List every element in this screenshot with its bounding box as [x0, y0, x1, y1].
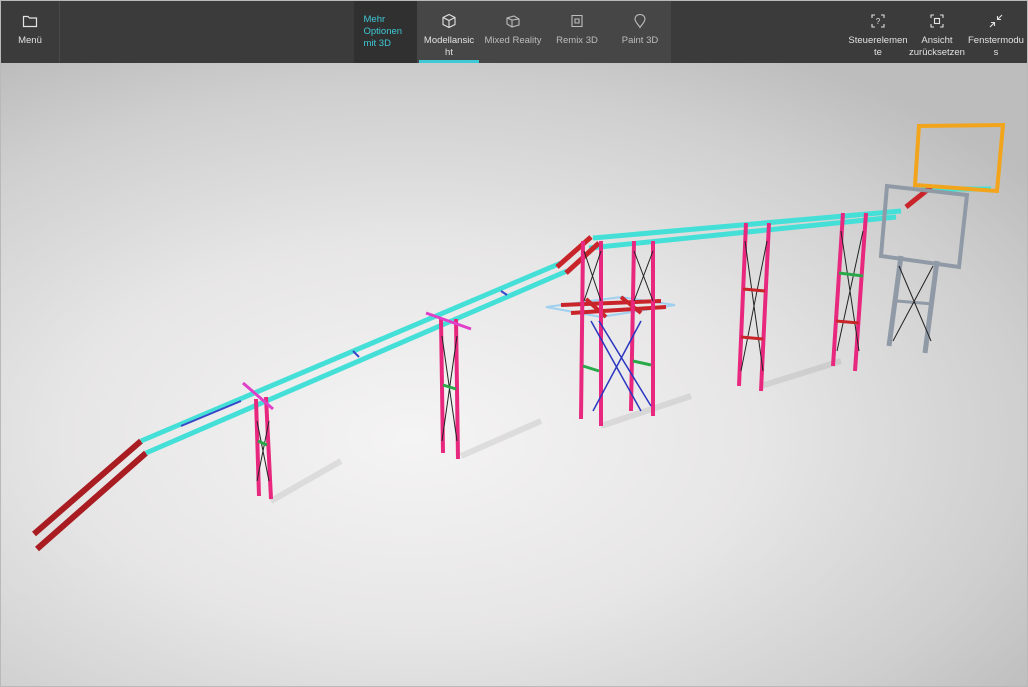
svg-text:?: ? [876, 17, 881, 26]
reset-view-icon [930, 14, 944, 28]
hopper[interactable] [912, 122, 1006, 194]
trestle-2[interactable] [425, 311, 472, 460]
folder-icon [22, 15, 38, 28]
window-mode-label: Fenstermodu s [968, 35, 1024, 58]
controls-button[interactable]: ? Steuerelemen te [847, 1, 909, 63]
more-options-button[interactable]: Mehr Optionen mit 3D [354, 1, 417, 63]
mixed-reality-icon [506, 15, 520, 28]
trestle-4[interactable] [831, 212, 868, 372]
more-options-label: Mehr Optionen mit 3D [363, 14, 403, 49]
remix-3d-icon [571, 14, 583, 28]
toolbar-divider [59, 1, 60, 63]
controls-label: Steuerelemen te [848, 35, 908, 58]
tab-remix-3d-label: Remix 3D [556, 35, 598, 46]
controls-icon: ? [871, 14, 885, 28]
tab-remix-3d[interactable]: Remix 3D [547, 1, 607, 63]
trestle-3[interactable] [737, 222, 771, 392]
paint-3d-icon [634, 13, 646, 29]
reset-view-label: Ansicht zurücksetzen [909, 35, 965, 58]
feed-ramp[interactable] [32, 438, 148, 552]
menu-button[interactable]: Menü [1, 1, 59, 63]
tab-mixed-reality-label: Mixed Reality [484, 35, 542, 46]
window-mode-button[interactable]: Fenstermodu s [966, 1, 1026, 63]
tab-mixed-reality[interactable]: Mixed Reality [483, 1, 543, 63]
top-toolbar: Menü Mehr Optionen mit 3D Modellansic ht… [1, 1, 1027, 63]
model-viewport[interactable] [1, 63, 1027, 686]
tab-paint-3d-label: Paint 3D [621, 35, 659, 46]
cube-icon [442, 13, 456, 29]
app-window: Menü Mehr Optionen mit 3D Modellansic ht… [0, 0, 1028, 687]
window-mode-icon [989, 14, 1003, 28]
tab-paint-3d[interactable]: Paint 3D [611, 1, 669, 63]
tab-model-view-label: Modellansic ht [423, 35, 475, 58]
reset-view-button[interactable]: Ansicht zurücksetzen [908, 1, 966, 63]
tab-model-view[interactable]: Modellansic ht [419, 1, 479, 63]
active-tab-indicator [419, 60, 479, 63]
menu-label: Menü [18, 35, 42, 46]
model-canvas[interactable] [1, 63, 1027, 686]
central-tower[interactable] [545, 240, 676, 426]
